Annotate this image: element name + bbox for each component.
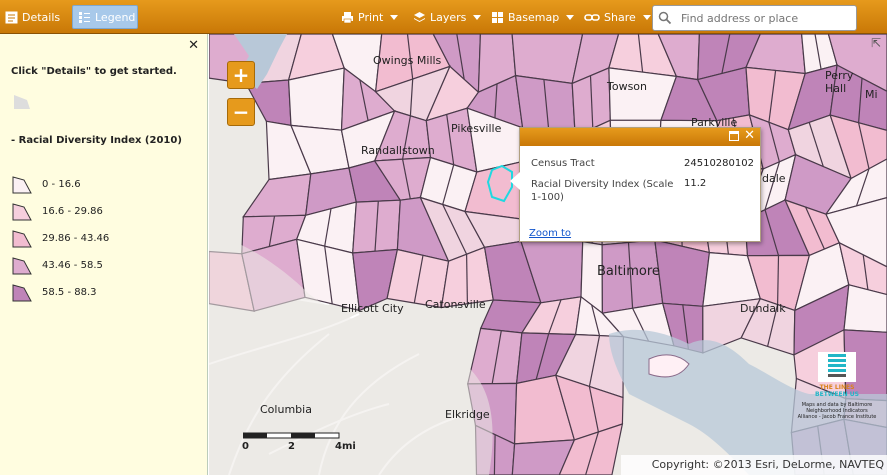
legend-title: - Racial Diversity Index (2010) — [11, 135, 182, 146]
place-label: Pikesville — [451, 122, 502, 135]
place-label: Elkridge — [445, 408, 490, 421]
chevron-down-icon — [390, 14, 399, 20]
place-label: dale — [762, 172, 786, 185]
legend-label: 0 - 16.6 — [42, 179, 81, 190]
legend-swatch — [12, 175, 32, 193]
details-button[interactable]: Details — [0, 5, 65, 29]
legend-label: 16.6 - 29.86 — [42, 206, 103, 217]
layers-button[interactable]: Layers — [408, 5, 486, 29]
legend-swatch — [12, 283, 32, 301]
expand-icon[interactable]: ⇱ — [871, 36, 881, 50]
legend-item: 43.46 - 58.5 — [12, 252, 109, 279]
diversity-index-label: Racial Diversity Index (Scale 1-100) — [531, 179, 674, 203]
tract-boundary — [466, 254, 468, 304]
info-popup: ✕ Census Tract 24510280102 Racial Divers… — [510, 127, 761, 242]
place-label: Dundalk — [740, 302, 786, 315]
close-icon[interactable]: ✕ — [188, 38, 199, 53]
chevron-down-icon — [566, 14, 575, 20]
legend-swatch — [12, 229, 32, 247]
place-label: Baltimore — [597, 264, 660, 279]
diversity-index-value: 11.2 — [684, 178, 707, 189]
chevron-down-icon — [473, 14, 482, 20]
chevron-down-icon — [642, 14, 651, 20]
basemap-button[interactable]: Basemap — [486, 5, 579, 29]
print-button[interactable]: Print — [336, 5, 403, 29]
details-label: Details — [22, 10, 61, 24]
maximize-icon[interactable] — [729, 131, 739, 141]
place-label: Columbia — [260, 403, 312, 416]
place-label: Mi — [865, 88, 878, 101]
census-tract-value: 24510280102 — [684, 158, 754, 169]
panel-intro-text: Click "Details" to get started. — [11, 66, 177, 77]
place-label: Ellicott City — [341, 302, 404, 315]
close-icon[interactable]: ✕ — [744, 128, 755, 143]
scale-label: 0 — [242, 441, 249, 452]
legend-label: Legend — [95, 10, 136, 24]
zoom-in-button[interactable]: + — [227, 61, 255, 89]
logo-line2: BETWEEN US — [815, 391, 859, 398]
details-icon — [5, 11, 18, 24]
legend-item: 58.5 - 88.3 — [12, 279, 109, 306]
search-icon — [653, 11, 677, 25]
logo-line1: THE LINES — [819, 384, 855, 391]
printer-icon — [341, 11, 354, 24]
scale-bar — [243, 432, 340, 439]
place-label: Randallstown — [361, 144, 435, 157]
legend-item: 0 - 16.6 — [12, 171, 109, 198]
legend-swatch — [12, 256, 32, 274]
scale-label: 4mi — [335, 441, 356, 452]
scale-label: 2 — [288, 441, 295, 452]
share-label: Share — [604, 10, 636, 24]
place-label: Towson — [607, 80, 648, 93]
census-tract-label: Census Tract — [531, 158, 595, 169]
basemap-grid-icon — [491, 11, 504, 24]
share-button[interactable]: Share — [579, 5, 656, 29]
layers-icon — [413, 11, 426, 24]
search-box[interactable] — [652, 5, 857, 31]
legend-list: 0 - 16.6 16.6 - 29.86 29.86 - 43.46 43.46 -… — [12, 171, 109, 306]
map-view[interactable]: + − ⇱ Owings Mills Towson Perry Hall Mi … — [209, 34, 887, 475]
popup-pointer — [510, 172, 520, 190]
lines-between-us-logo: THE LINES BETWEEN US Maps and data by Ba… — [797, 352, 877, 457]
search-input[interactable] — [677, 7, 856, 29]
basemap-label: Basemap — [508, 10, 560, 24]
layer-swatch-icon — [14, 95, 30, 109]
popup-header: ✕ — [520, 128, 760, 146]
top-toolbar: Details Legend Print Layers Basemap Shar… — [0, 0, 887, 34]
legend-item: 16.6 - 29.86 — [12, 198, 109, 225]
tract-boundary — [493, 434, 496, 475]
legend-icon — [78, 11, 91, 24]
copyright-text: Copyright: ©2013 Esri, DeLorme, NAVTEQ — [621, 455, 887, 475]
logo-credit: Maps and data by Baltimore Neighborhood … — [797, 402, 877, 420]
legend-panel: ✕ Click "Details" to get started. - Raci… — [0, 34, 208, 475]
print-label: Print — [358, 10, 384, 24]
zoom-out-button[interactable]: − — [227, 98, 255, 126]
legend-label: 29.86 - 43.46 — [42, 233, 110, 244]
place-label: Catonsville — [425, 298, 486, 311]
zoom-to-link[interactable]: Zoom to — [529, 228, 571, 239]
layers-label: Layers — [430, 10, 467, 24]
legend-item: 29.86 - 43.46 — [12, 225, 109, 252]
legend-button[interactable]: Legend — [72, 5, 138, 29]
link-chain-icon — [584, 11, 600, 24]
legend-label: 43.46 - 58.5 — [42, 260, 103, 271]
logo-mark-icon — [818, 352, 856, 382]
legend-label: 58.5 - 88.3 — [42, 287, 97, 298]
legend-swatch — [12, 202, 32, 220]
place-label: Perry Hall — [825, 69, 854, 95]
place-label: Owings Mills — [373, 54, 442, 67]
